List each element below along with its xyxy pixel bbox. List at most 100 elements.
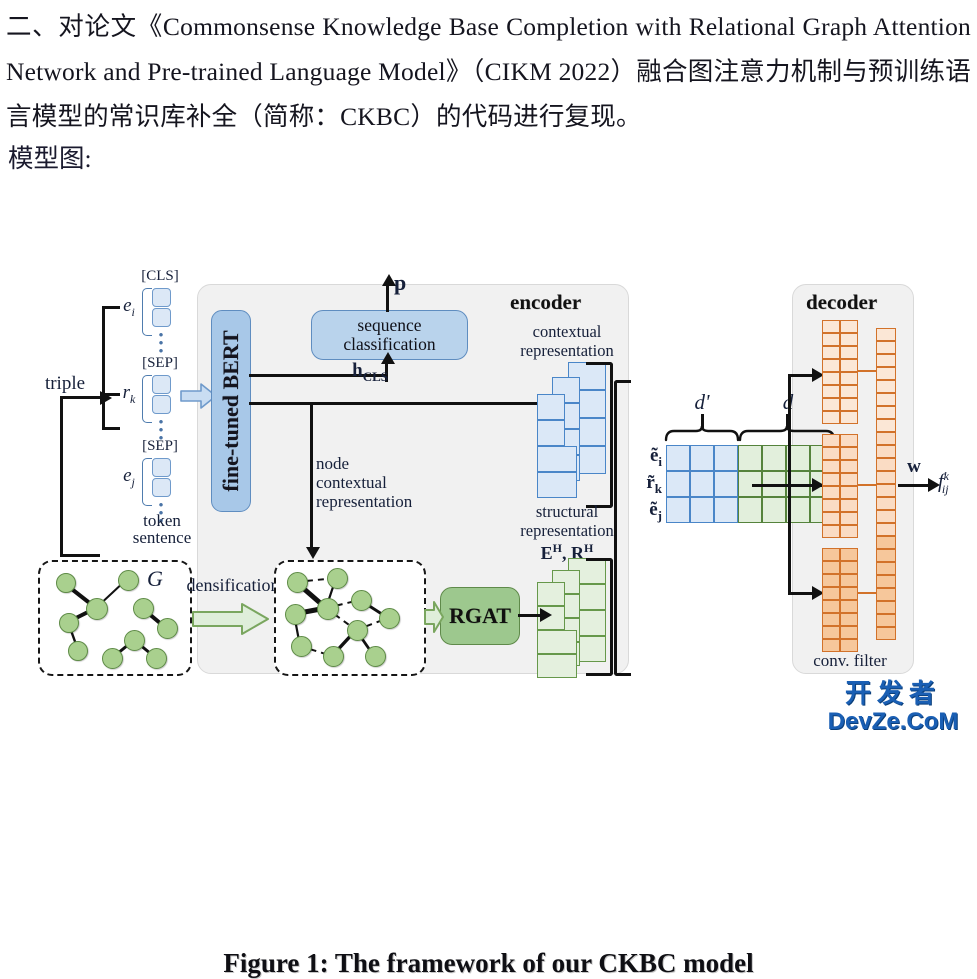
conv-filter-label: conv. filter — [813, 651, 887, 670]
output-cell — [876, 484, 896, 497]
output-cell — [876, 432, 896, 445]
graph-node — [86, 598, 108, 620]
fusion-input-bracket — [614, 380, 631, 676]
fusion-cell — [762, 497, 786, 523]
document-text-block: 二、对论文《Commonsense Knowledge Base Complet… — [0, 0, 977, 179]
rgat-box: RGAT — [440, 587, 520, 645]
conv-cell — [840, 574, 858, 587]
fusion-cell — [762, 445, 786, 471]
fusion-cell — [666, 445, 690, 471]
fusion-row-rk-sub: k — [654, 480, 662, 496]
output-cell — [876, 393, 896, 406]
contextual-card-front-seg2 — [537, 420, 565, 446]
structural-card-front-seg4 — [537, 654, 577, 678]
contextual-card-front-seg1 — [537, 394, 565, 420]
output-cell — [876, 510, 896, 523]
dim-brace-dprime — [664, 426, 740, 442]
conv-filter-block-1 — [822, 320, 858, 424]
entity-j-label: ej — [116, 466, 142, 491]
conv-cell — [840, 372, 858, 385]
graph-node — [68, 641, 88, 661]
conv-cell — [840, 548, 858, 561]
conv-cell — [822, 613, 840, 626]
conv-cell — [822, 385, 840, 398]
fusion-cell — [714, 497, 738, 523]
fusion-cell — [714, 445, 738, 471]
node-ctx-line2: contextual — [316, 473, 387, 492]
section-label-model-diagram: 模型图: — [8, 144, 92, 173]
fusion-cell — [738, 445, 762, 471]
conv-cell — [822, 372, 840, 385]
structural-card-front-seg3 — [537, 630, 577, 654]
output-cell — [876, 497, 896, 510]
conv-cell — [822, 447, 840, 460]
conv-cell — [840, 447, 858, 460]
bert-to-contextual-bus — [249, 402, 549, 405]
graph-dense-node — [379, 608, 400, 629]
conv-cell — [840, 411, 858, 424]
token-square-rk-1 — [152, 375, 171, 394]
conv-cell — [840, 626, 858, 639]
triple-label: triple — [44, 373, 86, 394]
graph-dense-node — [317, 598, 339, 620]
entity-i-symbol: e — [123, 295, 132, 316]
conv-cell — [840, 561, 858, 574]
relation-k-label: rk — [116, 383, 142, 408]
conv-cell — [822, 512, 840, 525]
output-cell — [876, 575, 896, 588]
fusion-matrix-blue — [666, 445, 738, 523]
conv-cell — [840, 587, 858, 600]
output-cell — [876, 601, 896, 614]
relation-subscript: k — [130, 391, 136, 406]
hcls-symbol: h — [352, 360, 363, 381]
fusion-row-label-ej: ẽj — [626, 500, 662, 524]
entity-j-subscript: j — [131, 474, 135, 489]
token-caption-line2: sentence — [132, 528, 192, 547]
structural-sym-E-sup: H — [552, 541, 562, 555]
conv-cell — [840, 473, 858, 486]
conv-cell — [840, 613, 858, 626]
weight-w-label: w — [907, 456, 921, 477]
token-sentence-caption: token sentence — [122, 512, 202, 546]
p-arrow-shaft — [386, 282, 389, 312]
fusion-cell — [690, 445, 714, 471]
output-p-label: p — [394, 270, 407, 295]
entity-i-subscript: i — [131, 304, 135, 319]
graph-node — [118, 570, 139, 591]
output-cell — [876, 536, 896, 549]
contextual-line1: contextual — [532, 322, 602, 341]
graph-node — [124, 630, 145, 651]
decoder-panel-title: decoder — [806, 290, 878, 314]
output-cell — [876, 562, 896, 575]
watermark-cn-text: 开发者 — [844, 678, 941, 708]
conv-cell — [822, 434, 840, 447]
output-cell — [876, 445, 896, 458]
output-cell — [876, 406, 896, 419]
contextual-representation-label: contextual representation — [492, 322, 642, 360]
conv-cell — [822, 473, 840, 486]
graph-to-triple-vline — [60, 397, 63, 557]
conv-cell — [840, 600, 858, 613]
triple-arrow-head — [100, 391, 112, 405]
token-square-cls-2 — [152, 308, 171, 327]
graph-dense-node — [287, 572, 308, 593]
rgat-to-structural-arrow-head — [540, 608, 552, 622]
decoder-output-vector — [876, 328, 896, 640]
fine-tuned-bert-box: fine-tuned BERT — [211, 310, 251, 512]
conv-cell — [840, 333, 858, 346]
conv-filter-block-3 — [822, 548, 858, 652]
conv-cell — [822, 626, 840, 639]
score-f-label: fkij — [938, 468, 977, 498]
graph-dense-node — [365, 646, 386, 667]
conv-cell — [822, 359, 840, 372]
structural-collect-bracket — [586, 558, 613, 676]
output-cell — [876, 419, 896, 432]
output-cell — [876, 380, 896, 393]
graph-dense-node — [291, 636, 312, 657]
fusion-cell — [714, 471, 738, 497]
score-f-sub: ij — [941, 481, 949, 496]
conv-cell — [822, 460, 840, 473]
triple-arrow-shaft — [60, 396, 104, 399]
contextual-card-front-seg4 — [537, 472, 577, 498]
conv-cell — [822, 411, 840, 424]
